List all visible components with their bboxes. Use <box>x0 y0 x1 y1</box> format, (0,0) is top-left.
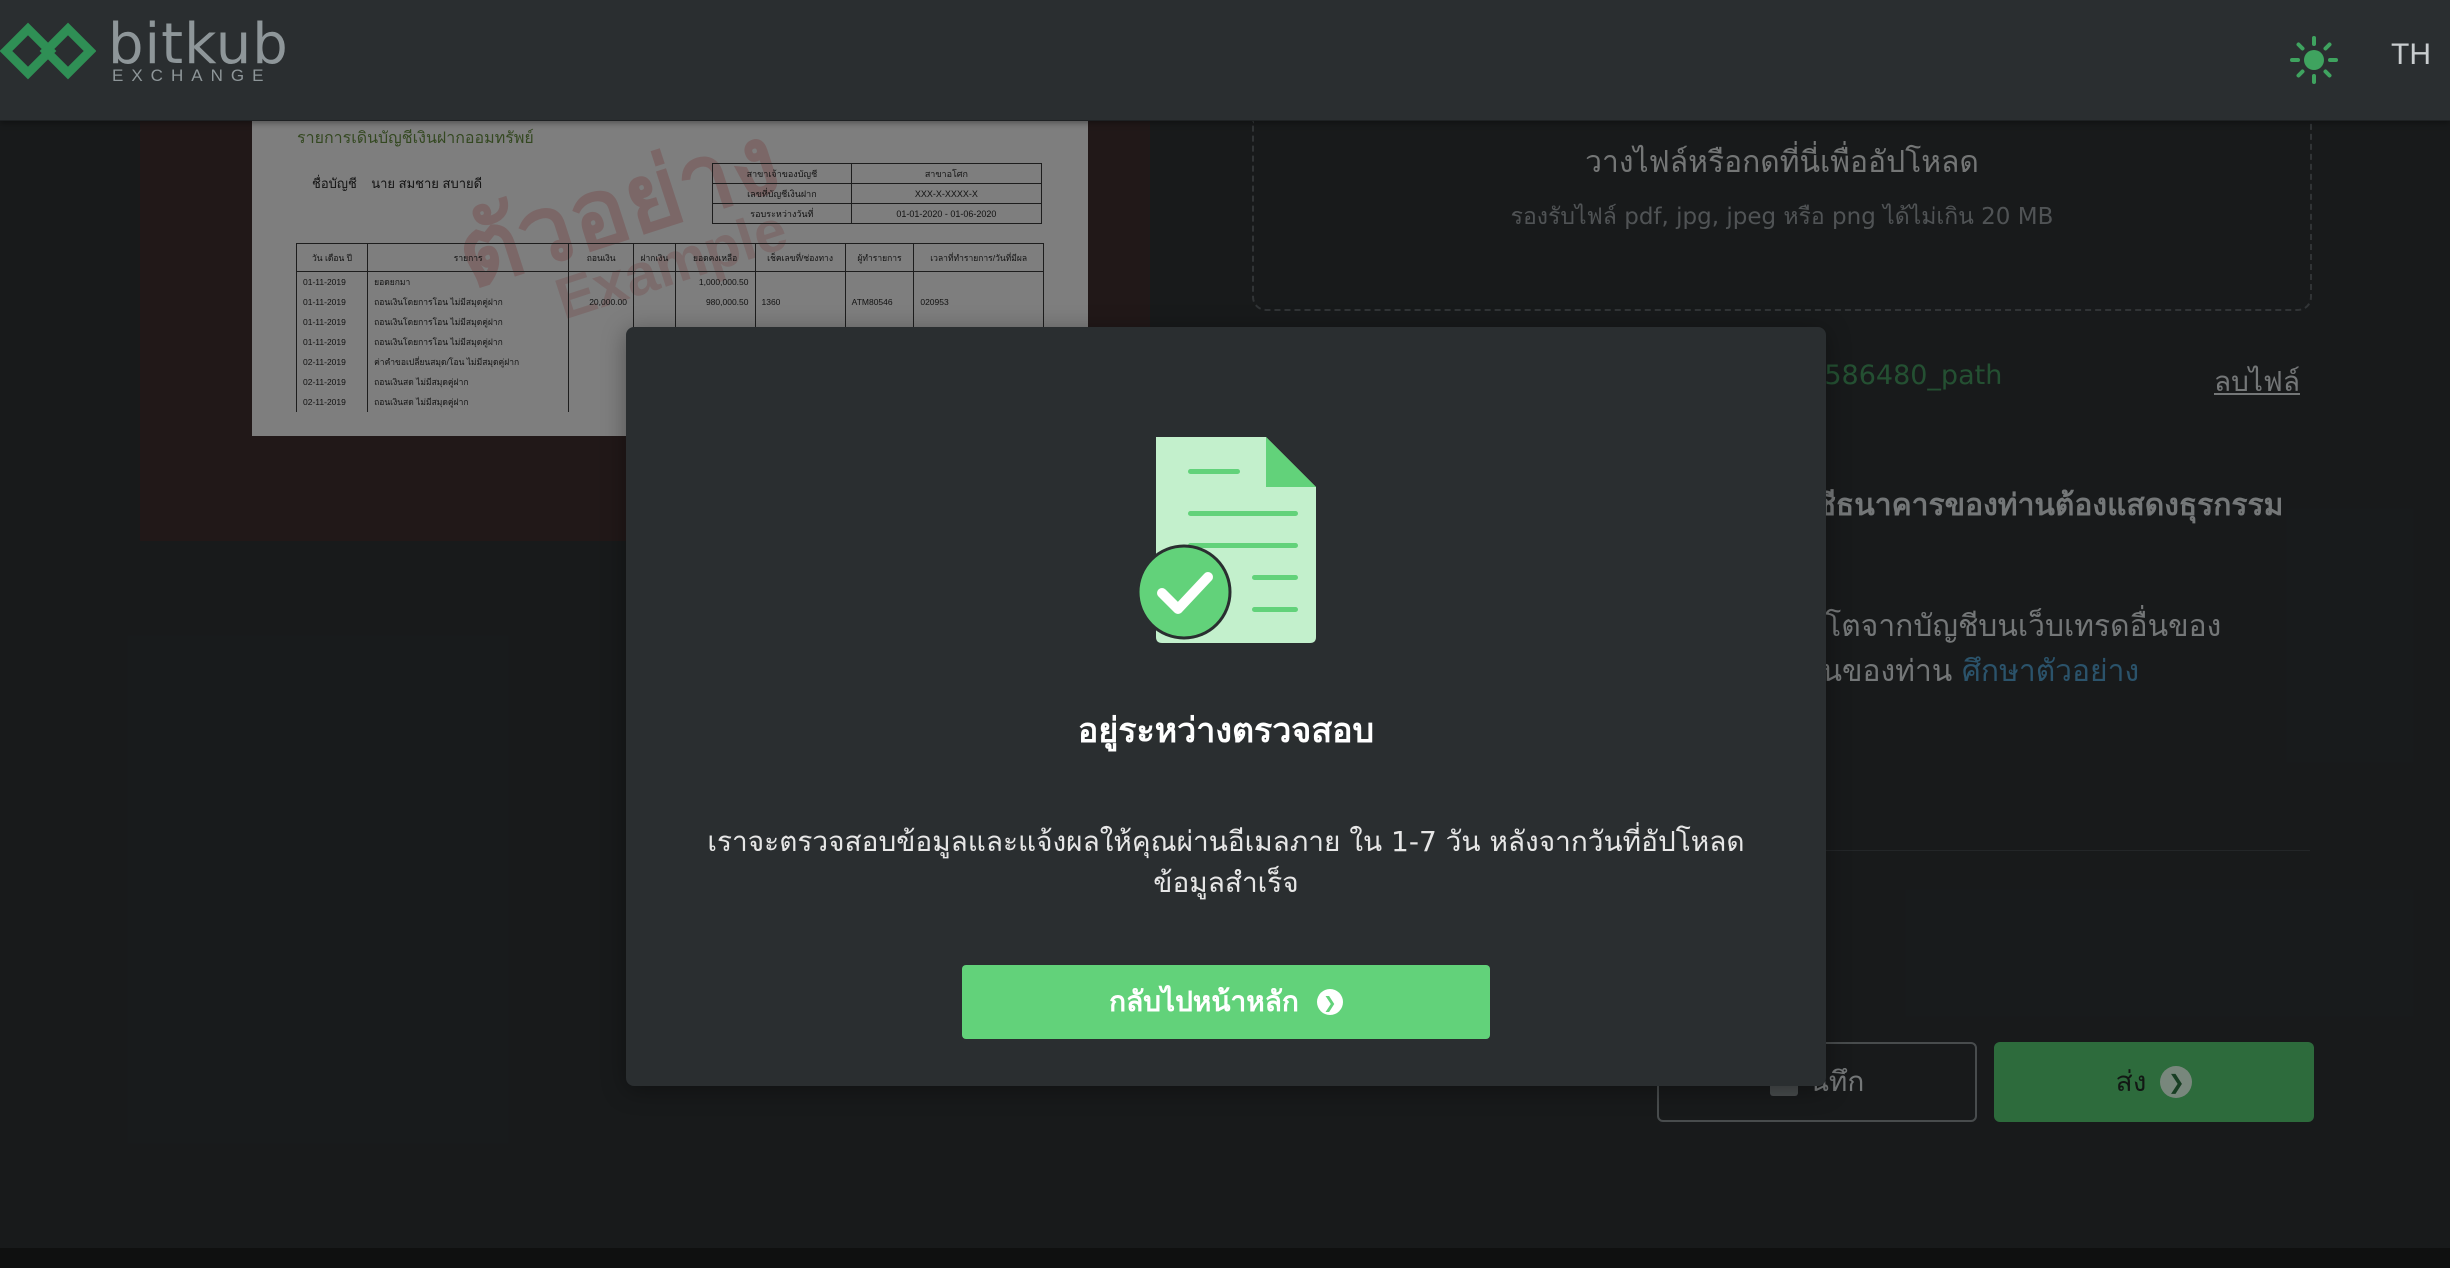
bitkub-logo-icon <box>0 22 96 80</box>
back-to-home-label: กลับไปหน้าหลัก <box>1109 985 1299 1018</box>
sun-icon[interactable] <box>2290 36 2338 84</box>
logo-subtext: EXCHANGE <box>112 66 272 85</box>
bitkub-logo[interactable]: bitkub EXCHANGE <box>0 12 288 88</box>
language-switch[interactable]: TH <box>2391 38 2431 72</box>
document-check-icon <box>1136 437 1316 643</box>
modal-description: เราจะตรวจสอบข้อมูลและแจ้งผลให้คุณผ่านอีเ… <box>707 825 1745 899</box>
pending-review-modal: อยู่ระหว่างตรวจสอบ เราจะตรวจสอบข้อมูลและ… <box>626 327 1826 1086</box>
arrow-right-circle-icon: ❯ <box>1316 989 1343 1015</box>
back-to-home-button[interactable]: กลับไปหน้าหลัก ❯ <box>962 965 1490 1039</box>
modal-title: อยู่ระหว่างตรวจสอบ <box>1077 711 1375 751</box>
app-header: bitkub EXCHANGE TH <box>0 0 2450 121</box>
